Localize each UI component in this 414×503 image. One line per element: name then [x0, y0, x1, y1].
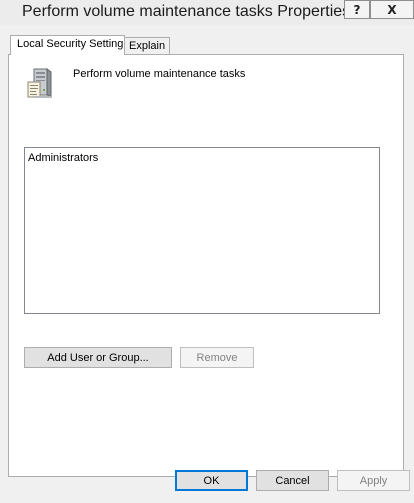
policy-name: Perform volume maintenance tasks [73, 68, 246, 80]
button-label: Add User or Group... [47, 351, 149, 364]
tab-label: Explain [129, 40, 166, 52]
remove-button[interactable]: Remove [180, 347, 254, 368]
help-icon: ? [353, 2, 361, 17]
button-label: Cancel [275, 474, 310, 487]
tab-explain[interactable]: Explain [125, 37, 170, 55]
list-item[interactable]: Administrators [28, 151, 98, 165]
button-label: Apply [359, 474, 388, 487]
server-policy-icon [27, 68, 52, 98]
properties-dialog: Perform volume maintenance tasks Propert… [0, 0, 414, 503]
ok-button[interactable]: OK [175, 470, 248, 491]
dialog-client-area: Local Security Setting Explain Perform v… [0, 25, 414, 503]
button-label: OK [203, 474, 220, 487]
accounts-listbox[interactable]: Administrators [24, 147, 380, 314]
tab-label: Local Security Setting [17, 38, 124, 50]
add-user-or-group-button[interactable]: Add User or Group... [24, 347, 172, 368]
title-bar[interactable]: Perform volume maintenance tasks Propert… [0, 0, 414, 25]
tab-panel: Perform volume maintenance tasks Adminis… [8, 54, 404, 477]
button-label: Remove [196, 351, 238, 364]
tab-local-security-setting[interactable]: Local Security Setting [10, 35, 125, 55]
apply-button[interactable]: Apply [337, 470, 410, 491]
window-title: Perform volume maintenance tasks Propert… [22, 3, 351, 20]
close-button[interactable]: X [370, 0, 414, 19]
help-button[interactable]: ? [344, 0, 370, 19]
close-icon: X [387, 2, 397, 17]
cancel-button[interactable]: Cancel [256, 470, 329, 491]
